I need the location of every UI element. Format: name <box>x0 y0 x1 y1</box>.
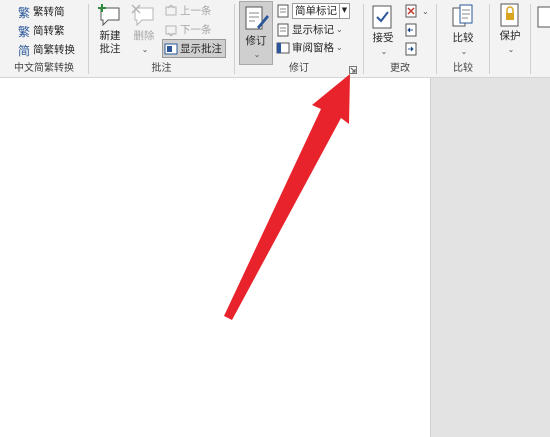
red-arrow-annotation <box>224 74 350 320</box>
